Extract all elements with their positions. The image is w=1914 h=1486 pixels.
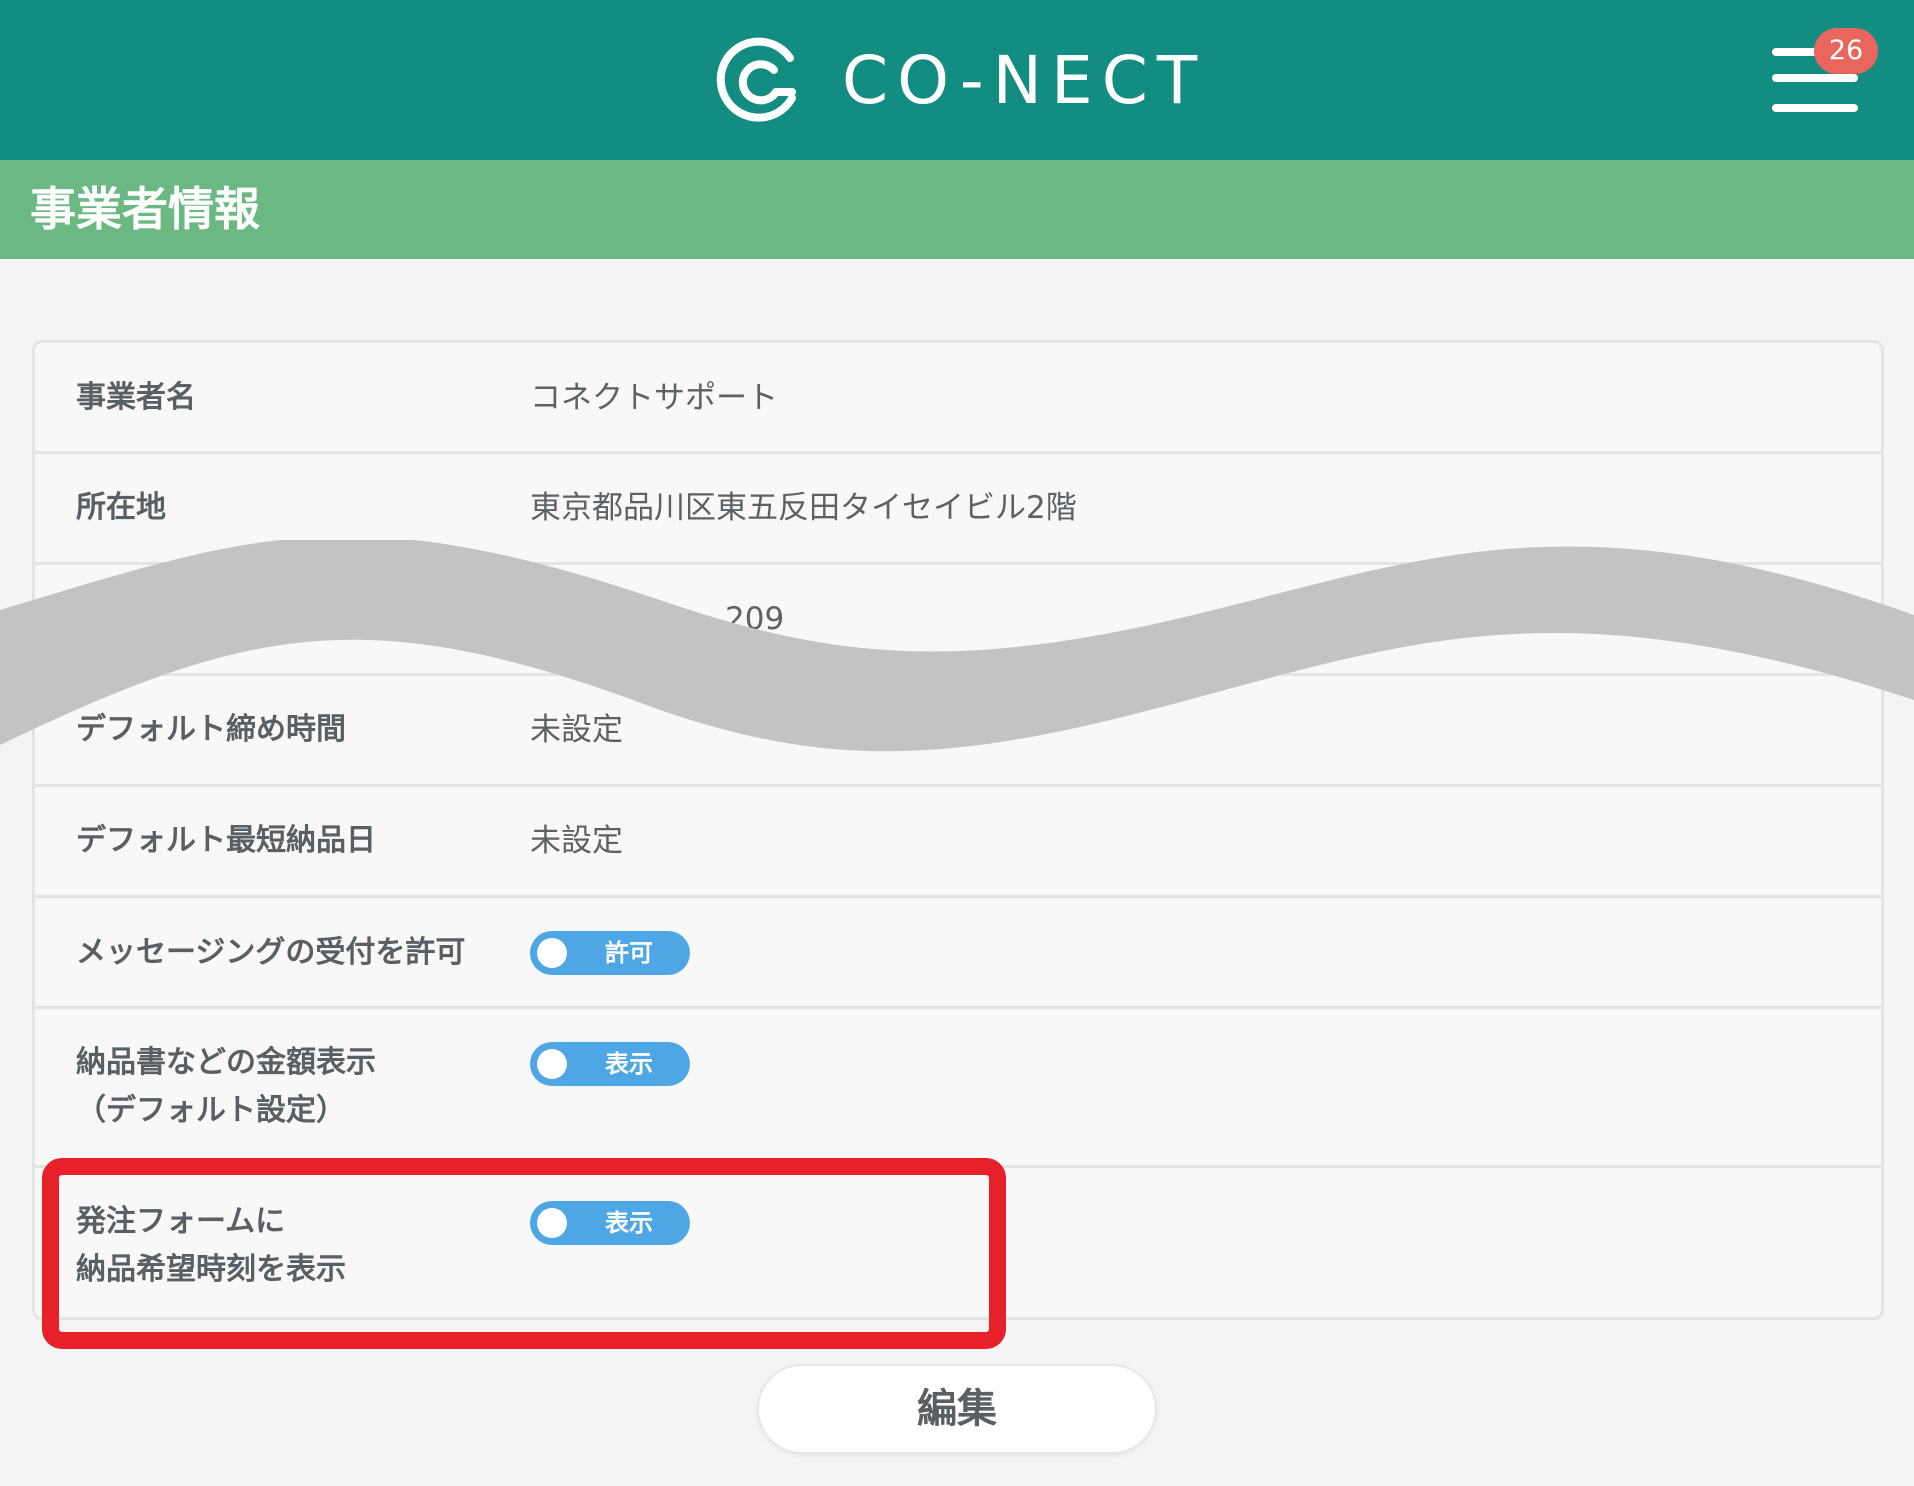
row-value: コネクトサポート: [530, 380, 778, 416]
app-header: CO-NECT 26: [0, 0, 1914, 160]
toggle-knob: [537, 938, 567, 968]
page-title-bar: 事業者情報: [0, 160, 1914, 259]
toggle-knob: [537, 1049, 567, 1079]
highlight-box: [42, 1158, 1006, 1349]
notification-badge[interactable]: 26: [1814, 28, 1878, 74]
row-value: 東京都品川区東五反田タイセイビル2階: [530, 490, 1077, 526]
price-display-toggle[interactable]: 表示: [530, 1042, 690, 1086]
info-row-shortest: デフォルト最短納品日 未設定: [35, 787, 1881, 898]
row-label-line1: 納品書などの金額表示: [76, 1045, 376, 1080]
conect-logo-icon: [716, 37, 796, 122]
info-row-name: 事業者名 コネクトサポート: [35, 343, 1881, 454]
page-title: 事業者情報: [30, 182, 260, 236]
row-label: 事業者名: [76, 380, 196, 415]
omission-wave: [0, 540, 1914, 752]
row-value: 未設定: [530, 823, 623, 859]
row-label: 所在地: [76, 490, 166, 525]
info-row-price-display: 納品書などの金額表示 （デフォルト設定） 表示: [35, 1009, 1881, 1168]
brand-name: CO-NECT: [842, 42, 1207, 119]
toggle-label: 許可: [605, 939, 653, 967]
row-label-line2: （デフォルト設定）: [76, 1093, 346, 1128]
info-row-messaging: メッセージングの受付を許可 許可: [35, 898, 1881, 1009]
edit-button[interactable]: 編集: [757, 1364, 1157, 1454]
brand-logo[interactable]: CO-NECT: [714, 36, 1206, 126]
row-label: デフォルト最短納品日: [76, 823, 376, 858]
row-label: メッセージングの受付を許可: [76, 935, 466, 970]
messaging-toggle[interactable]: 許可: [530, 931, 690, 975]
toggle-label: 表示: [605, 1050, 653, 1078]
